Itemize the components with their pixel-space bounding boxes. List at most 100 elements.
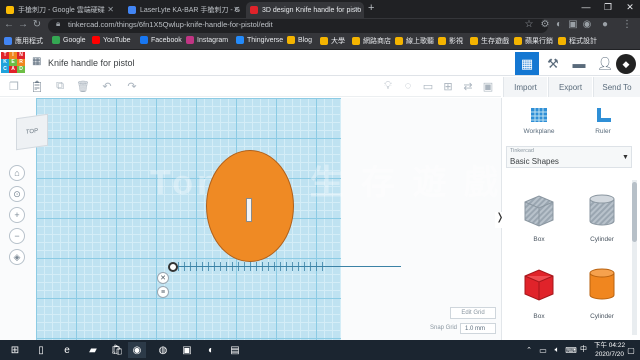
paste-icon[interactable]: 📋︎ xyxy=(29,80,45,93)
bookmark-folder-1[interactable]: 大學 xyxy=(320,36,345,46)
add-user-icon[interactable]: 👤︎ xyxy=(593,52,617,75)
input-language[interactable]: 中 xyxy=(580,344,587,354)
extension-icon-4[interactable]: ◉ xyxy=(580,19,594,30)
shape-icon[interactable]: ◌ xyxy=(400,80,416,92)
reload-icon[interactable]: ↻ xyxy=(30,19,44,30)
mirror-icon[interactable]: ⇄ xyxy=(460,80,476,93)
ruler-menu-icon[interactable]: ≡ xyxy=(157,286,169,298)
group-icon[interactable]: ▣ xyxy=(480,80,496,93)
bookmark-instagram[interactable]: Instagram xyxy=(186,36,228,44)
close-ruler-icon[interactable]: ✕ xyxy=(157,272,169,284)
windows-start-icon[interactable]: ⊞ xyxy=(6,342,24,358)
fit-view-icon[interactable]: ⊙ xyxy=(9,186,25,202)
redo-icon[interactable]: ↷ xyxy=(124,80,140,93)
chrome-menu-icon[interactable]: ⋮ xyxy=(620,19,634,30)
browser-tab-1[interactable]: 手槍刺刀 - Google 雲端硬碟 ✕ xyxy=(2,2,118,18)
bookmark-facebook[interactable]: Facebook xyxy=(140,36,182,44)
bookmark-folder-5[interactable]: 生存遊戲 xyxy=(470,36,509,46)
close-window-icon[interactable]: ✕ xyxy=(620,2,640,13)
extension-icon-3[interactable]: ▣ xyxy=(566,19,580,30)
notes-icon[interactable]: ▭ xyxy=(420,80,436,93)
slot-hole-shape[interactable] xyxy=(246,198,252,222)
ruler-origin-handle[interactable] xyxy=(168,262,178,272)
align-icon[interactable]: ⊞ xyxy=(440,80,456,93)
bookmark-folder-3[interactable]: 線上歌聽 xyxy=(395,36,434,46)
star-icon[interactable]: ☆ xyxy=(522,19,536,30)
box-striped-icon[interactable] xyxy=(519,190,559,230)
edge-icon[interactable]: e xyxy=(58,342,76,358)
bookmark-google[interactable]: Google xyxy=(52,36,86,44)
duplicate-icon[interactable]: ⧉ xyxy=(52,80,68,93)
bookmark-folder-6[interactable]: 蘋果行銷 xyxy=(514,36,553,46)
system-clock[interactable]: 下午 04:22 2020/7/20 xyxy=(594,341,625,359)
perspective-icon[interactable]: ◈ xyxy=(9,249,25,265)
ruler-label[interactable]: Ruler xyxy=(573,128,633,135)
browser-tab-2[interactable]: LaserLyte KA-BAR 手槍刺刀 - G ✕ xyxy=(124,2,244,18)
edit-grid-button[interactable]: Edit Grid xyxy=(450,307,496,319)
send-to-button[interactable]: Send To xyxy=(593,77,640,97)
panel-collapse-icon[interactable]: ❭ xyxy=(495,212,505,228)
delete-icon[interactable]: 🗑︎ xyxy=(75,80,91,93)
caret-down-icon[interactable]: ▼ xyxy=(622,154,629,161)
maximize-icon[interactable]: ❐ xyxy=(598,2,618,13)
category-value[interactable]: Basic Shapes xyxy=(510,157,559,166)
project-title[interactable]: Knife handle for pistol xyxy=(48,58,135,68)
store-icon[interactable]: 🛍︎ xyxy=(108,342,126,358)
ruler-icon[interactable] xyxy=(594,106,614,124)
keyboard-icon[interactable]: ⌨ xyxy=(562,342,580,358)
export-button[interactable]: Export xyxy=(548,77,592,97)
address-url[interactable]: tinkercad.com/things/6fn1X5Qwlup-knife-h… xyxy=(68,20,273,29)
notes-app-icon[interactable]: ▤ xyxy=(226,342,244,358)
3d-view-icon[interactable]: ▦ xyxy=(515,52,539,75)
bookmark-thingiverse[interactable]: Thingiverse xyxy=(236,36,283,44)
undo-icon[interactable]: ↶ xyxy=(99,80,115,93)
tab-close-icon[interactable]: ✕ xyxy=(233,5,240,14)
bookmark-youtube[interactable]: YouTube xyxy=(92,36,131,44)
photos-icon[interactable]: ▣ xyxy=(178,342,196,358)
blocks-icon[interactable]: ▬ xyxy=(567,52,591,75)
extension-icon[interactable]: ⚙ xyxy=(538,19,552,30)
back-icon[interactable]: ← xyxy=(2,19,16,30)
light-icon[interactable]: 💡︎ xyxy=(380,80,396,93)
cylinder-striped-icon[interactable] xyxy=(582,190,622,230)
app-icon[interactable]: ◐ xyxy=(202,342,220,358)
cylinder-orange-icon[interactable] xyxy=(582,264,622,304)
build-hammer-icon[interactable]: ⚒ xyxy=(541,52,565,75)
copy-icon[interactable]: ❐ xyxy=(6,80,22,93)
profile-avatar-icon[interactable]: ● xyxy=(598,19,612,30)
file-explorer-icon[interactable]: ▰ xyxy=(84,342,102,358)
zoom-out-icon[interactable]: − xyxy=(9,228,25,244)
tab-close-icon[interactable]: ✕ xyxy=(107,5,114,14)
firefox-icon[interactable]: ◍ xyxy=(154,342,172,358)
tab-close-icon[interactable]: ✕ xyxy=(353,5,360,14)
lock-icon[interactable]: 🔒︎ xyxy=(56,19,60,29)
import-button[interactable]: Import xyxy=(503,77,547,97)
workplane-label[interactable]: Workplane xyxy=(509,128,569,135)
forward-icon[interactable]: → xyxy=(16,19,30,30)
home-view-icon[interactable]: ⌂ xyxy=(9,165,25,181)
minimize-icon[interactable]: — xyxy=(576,2,596,12)
chrome-taskbar-icon[interactable]: ◉ xyxy=(128,342,146,358)
bookmark-apps[interactable]: 應用程式 xyxy=(4,36,43,46)
view-cube[interactable]: TOP xyxy=(16,113,48,151)
tinkercad-favicon-icon xyxy=(250,6,258,14)
design-menu-icon[interactable]: ▦ xyxy=(32,56,41,67)
workplane-icon[interactable] xyxy=(529,106,549,124)
new-tab-icon[interactable]: + xyxy=(368,2,374,14)
bookmark-folder-2[interactable]: 網路商店 xyxy=(352,36,391,46)
tab-label: 手槍刺刀 - Google 雲端硬碟 xyxy=(18,7,105,14)
extension-icon-2[interactable]: ◐ xyxy=(552,19,566,30)
panel-scrollbar-thumb[interactable] xyxy=(632,182,637,242)
user-avatar[interactable]: ◆ xyxy=(616,54,636,74)
notification-icon[interactable]: ▢ xyxy=(622,342,640,358)
bookmark-folder-4[interactable]: 影視 xyxy=(438,36,463,46)
workplane-grid[interactable] xyxy=(36,98,341,340)
browser-tab-3[interactable]: 3D design Knife handle for pisto ✕ xyxy=(246,2,364,18)
task-view-icon[interactable]: ▯ xyxy=(32,342,50,358)
bookmark-folder-7[interactable]: 程式設計 xyxy=(558,36,597,46)
box-red-icon[interactable] xyxy=(519,264,559,304)
snap-grid-select[interactable]: 1.0 mm xyxy=(460,323,496,334)
tinkercad-logo[interactable]: TIN KER CAD xyxy=(1,52,25,74)
bookmark-blog[interactable]: Blog xyxy=(287,36,312,44)
zoom-in-icon[interactable]: + xyxy=(9,207,25,223)
